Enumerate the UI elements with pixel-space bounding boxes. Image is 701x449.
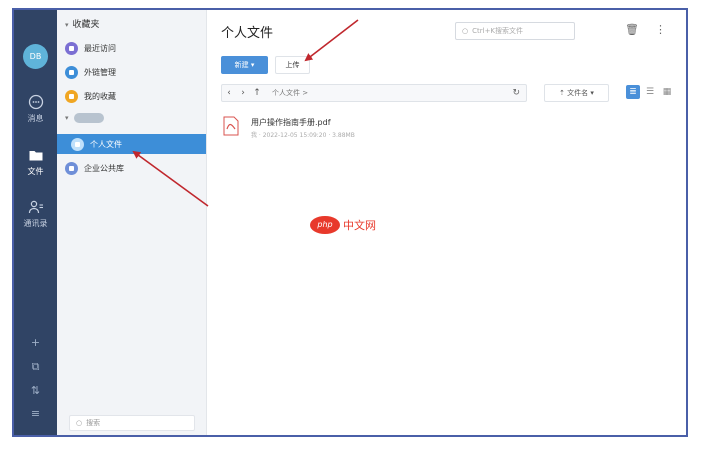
- transfer-icon[interactable]: ⇅: [14, 384, 57, 397]
- sidebar-item-enterprise-library[interactable]: 企业公共库: [65, 158, 205, 178]
- search-icon: ○: [462, 27, 469, 35]
- search-input[interactable]: ○ Ctrl+K搜索文件: [455, 22, 575, 40]
- chat-icon: [28, 94, 43, 110]
- new-button[interactable]: 新建 ▾: [221, 56, 268, 74]
- folder-panel: ▾ 收藏夹 最近访问 外链管理 我的收藏 ▾ 个人文件 企业公共库 ○ 搜索: [57, 10, 207, 435]
- file-row[interactable]: 用户操作指南手册.pdf 我 · 2022-12-05 15:09:20 · 3…: [221, 114, 521, 144]
- watermark-badge: php: [310, 216, 340, 234]
- file-meta: 我 · 2022-12-05 15:09:20 · 3.88MB: [251, 132, 355, 139]
- sidebar-item-links[interactable]: 外链管理: [65, 62, 205, 82]
- rail-label-contacts: 通讯录: [23, 219, 48, 228]
- list-view-icon[interactable]: ≣: [626, 85, 640, 99]
- sidebar-item-label: 个人文件: [90, 139, 122, 149]
- sidebar-item-label: 最近访问: [84, 43, 116, 53]
- breadcrumb[interactable]: 个人文件 >: [272, 88, 308, 98]
- watermark: php 中文网: [310, 216, 376, 234]
- library-section-toggle[interactable]: ▾: [65, 113, 104, 123]
- sidebar-item-recent[interactable]: 最近访问: [65, 38, 205, 58]
- folder-search-placeholder: 搜索: [86, 419, 101, 427]
- watermark-text: 中文网: [343, 219, 376, 232]
- left-rail: DB 消息 文件 通讯录 + ⧉ ⇅ ≡: [14, 10, 57, 435]
- avatar[interactable]: DB: [23, 44, 48, 69]
- rail-label-messages: 消息: [27, 114, 44, 123]
- caret-down-icon: ▾: [65, 21, 69, 29]
- more-vertical-icon[interactable]: ⋮: [655, 23, 666, 36]
- search-icon: ○: [76, 419, 83, 427]
- sort-select[interactable]: ⇡ 文件名 ▾: [544, 84, 609, 102]
- refresh-icon[interactable]: ↻: [512, 88, 520, 98]
- rail-item-messages[interactable]: 消息: [14, 94, 57, 124]
- main-content: 个人文件 ○ Ctrl+K搜索文件 🗑 ⋮ 新建 ▾ 上传 ‹ › ↑ 个人文件…: [207, 10, 686, 435]
- stack-icon[interactable]: ⧉: [14, 360, 57, 374]
- folder-icon: [29, 151, 42, 161]
- page-title: 个人文件: [221, 26, 274, 41]
- forward-icon[interactable]: ›: [236, 88, 250, 98]
- favorites-header-label: 收藏夹: [72, 20, 100, 30]
- clock-icon: [65, 41, 78, 55]
- plus-icon[interactable]: +: [14, 336, 57, 349]
- contacts-icon: [28, 200, 43, 214]
- upload-button[interactable]: 上传: [275, 56, 310, 74]
- link-icon: [65, 65, 78, 79]
- app-window: DB 消息 文件 通讯录 + ⧉ ⇅ ≡ ▾ 收藏夹 最近访问 外链管理 我的收…: [12, 8, 688, 437]
- pdf-file-icon: [223, 116, 239, 136]
- up-icon[interactable]: ↑: [250, 88, 264, 98]
- rail-item-contacts[interactable]: 通讯录: [14, 199, 57, 229]
- sidebar-item-favorites[interactable]: 我的收藏: [65, 86, 205, 106]
- sidebar-item-label: 企业公共库: [84, 163, 124, 173]
- star-icon: [65, 89, 78, 103]
- grid-view-icon[interactable]: ▦: [660, 85, 674, 99]
- rail-label-files: 文件: [27, 167, 44, 176]
- trash-icon[interactable]: 🗑: [625, 23, 639, 36]
- rail-item-files[interactable]: 文件: [14, 147, 57, 177]
- sidebar-item-personal-files[interactable]: 个人文件: [57, 134, 206, 154]
- folder-search-input[interactable]: ○ 搜索: [69, 415, 195, 431]
- caret-down-icon: ▾: [65, 114, 69, 122]
- folder-icon: [71, 137, 84, 151]
- library-icon: [65, 161, 78, 175]
- sidebar-item-label: 外链管理: [84, 67, 116, 77]
- sidebar-item-label: 我的收藏: [84, 91, 116, 101]
- path-bar: ‹ › ↑ 个人文件 > ↻: [221, 84, 527, 102]
- favorites-header[interactable]: ▾ 收藏夹: [65, 17, 100, 30]
- search-placeholder: Ctrl+K搜索文件: [472, 27, 524, 35]
- redacted-name: [73, 113, 104, 123]
- file-name: 用户操作指南手册.pdf: [251, 118, 331, 127]
- menu-icon[interactable]: ≡: [14, 407, 57, 420]
- back-icon[interactable]: ‹: [222, 88, 236, 98]
- detail-view-icon[interactable]: ☰: [643, 85, 657, 99]
